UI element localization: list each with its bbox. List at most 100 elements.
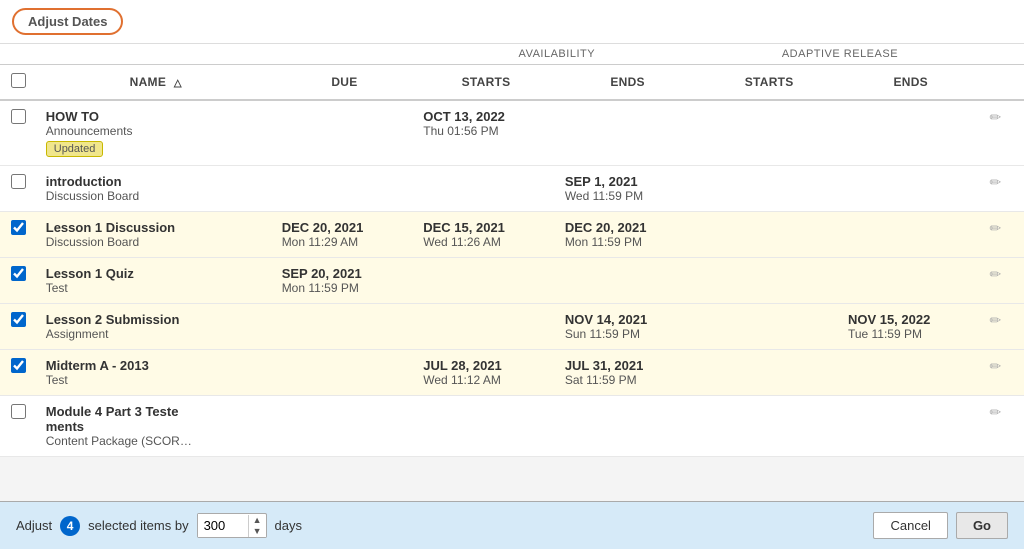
go-button[interactable]: Go xyxy=(956,512,1008,539)
row-due-cell xyxy=(274,166,416,212)
due-date-primary: SEP 20, 2021 xyxy=(282,266,408,281)
selected-items-label: selected items by xyxy=(88,518,188,533)
col-avail-ends: ENDS xyxy=(557,65,699,101)
row-checkbox-cell xyxy=(0,166,38,212)
row-name-cell: Lesson 1 DiscussionDiscussion Board xyxy=(38,212,274,258)
edit-icon[interactable]: ✏ xyxy=(990,220,1002,236)
row-ar-ends-cell xyxy=(840,350,982,396)
row-edit-cell: ✏ xyxy=(982,350,1024,396)
col-name: NAME △ xyxy=(38,65,274,101)
avail-starts-primary: JUL 28, 2021 xyxy=(423,358,549,373)
row-ar-starts-cell xyxy=(698,350,840,396)
item-type: Test xyxy=(46,373,266,387)
days-input-wrapper: ▲ ▼ xyxy=(197,513,267,538)
row-checkbox-cell xyxy=(0,258,38,304)
item-type: Discussion Board xyxy=(46,235,266,249)
ar-ends-primary: NOV 15, 2022 xyxy=(848,312,974,327)
row-due-cell xyxy=(274,304,416,350)
days-input[interactable] xyxy=(198,514,248,537)
row-checkbox[interactable] xyxy=(11,312,26,327)
section-header-row: AVAILABILITY ADAPTIVE RELEASE xyxy=(0,44,1024,65)
table-row: Lesson 1 QuizTest SEP 20, 2021Mon 11:59 P… xyxy=(0,258,1024,304)
days-decrement[interactable]: ▼ xyxy=(249,526,266,537)
col-due: DUE xyxy=(274,65,416,101)
avail-starts-secondary: Wed 11:26 AM xyxy=(423,235,549,249)
row-avail-ends-cell: JUL 31, 2021Sat 11:59 PM xyxy=(557,350,699,396)
item-name: Lesson 2 Submission xyxy=(46,312,266,327)
row-ar-ends-cell xyxy=(840,166,982,212)
col-ar-starts: STARTS xyxy=(698,65,840,101)
avail-ends-primary: NOV 14, 2021 xyxy=(565,312,691,327)
row-checkbox[interactable] xyxy=(11,358,26,373)
row-ar-ends-cell xyxy=(840,100,982,166)
row-checkbox[interactable] xyxy=(11,220,26,235)
avail-ends-secondary: Wed 11:59 PM xyxy=(565,189,691,203)
table-container: AVAILABILITY ADAPTIVE RELEASE NAME △ DUE… xyxy=(0,44,1024,457)
edit-icon[interactable]: ✏ xyxy=(990,312,1002,328)
row-avail-starts-cell xyxy=(415,166,557,212)
row-avail-ends-cell xyxy=(557,100,699,166)
row-due-cell: DEC 20, 2021Mon 11:29 AM xyxy=(274,212,416,258)
row-due-cell xyxy=(274,396,416,457)
row-checkbox[interactable] xyxy=(11,174,26,189)
due-date-primary: DEC 20, 2021 xyxy=(282,220,408,235)
item-name: HOW TO xyxy=(46,109,266,124)
cancel-button[interactable]: Cancel xyxy=(873,512,947,539)
bottom-bar: Adjust 4 selected items by ▲ ▼ days Canc… xyxy=(0,501,1024,549)
row-avail-ends-cell: NOV 14, 2021Sun 11:59 PM xyxy=(557,304,699,350)
row-ar-starts-cell xyxy=(698,396,840,457)
row-checkbox[interactable] xyxy=(11,109,26,124)
edit-icon[interactable]: ✏ xyxy=(990,358,1002,374)
avail-starts-secondary: Thu 01:56 PM xyxy=(423,124,549,138)
col-ar-ends: ENDS xyxy=(840,65,982,101)
row-ar-starts-cell xyxy=(698,258,840,304)
avail-ends-secondary: Mon 11:59 PM xyxy=(565,235,691,249)
adaptive-release-header: ADAPTIVE RELEASE xyxy=(698,44,981,65)
avail-starts-primary: DEC 15, 2021 xyxy=(423,220,549,235)
item-type: Discussion Board xyxy=(46,189,266,203)
select-all-checkbox[interactable] xyxy=(11,73,26,88)
selected-count-badge: 4 xyxy=(60,516,80,536)
row-ar-ends-cell: NOV 15, 2022Tue 11:59 PM xyxy=(840,304,982,350)
row-name-cell: HOW TOAnnouncementsUpdated xyxy=(38,100,274,166)
edit-icon[interactable]: ✏ xyxy=(990,266,1002,282)
row-avail-starts-cell: DEC 15, 2021Wed 11:26 AM xyxy=(415,212,557,258)
row-avail-starts-cell xyxy=(415,396,557,457)
days-increment[interactable]: ▲ xyxy=(249,515,266,526)
due-date-secondary: Mon 11:59 PM xyxy=(282,281,408,295)
table-row: Module 4 Part 3 TestementsContent Packag… xyxy=(0,396,1024,457)
avail-ends-primary: DEC 20, 2021 xyxy=(565,220,691,235)
row-checkbox[interactable] xyxy=(11,404,26,419)
row-checkbox-cell xyxy=(0,396,38,457)
row-ar-starts-cell xyxy=(698,212,840,258)
avail-starts-secondary: Wed 11:12 AM xyxy=(423,373,549,387)
ar-ends-secondary: Tue 11:59 PM xyxy=(848,327,974,341)
item-name: introduction xyxy=(46,174,266,189)
table-row: Lesson 2 SubmissionAssignmentNOV 14, 202… xyxy=(0,304,1024,350)
item-type: Test xyxy=(46,281,266,295)
row-edit-cell: ✏ xyxy=(982,304,1024,350)
availability-header: AVAILABILITY xyxy=(415,44,698,65)
row-ar-starts-cell xyxy=(698,166,840,212)
row-checkbox-cell xyxy=(0,212,38,258)
row-avail-ends-cell: DEC 20, 2021Mon 11:59 PM xyxy=(557,212,699,258)
row-ar-ends-cell xyxy=(840,212,982,258)
row-checkbox-cell xyxy=(0,100,38,166)
updated-badge: Updated xyxy=(46,141,104,157)
item-name: Midterm A - 2013 xyxy=(46,358,266,373)
adjust-label: Adjust xyxy=(16,518,52,533)
row-name-cell: introductionDiscussion Board xyxy=(38,166,274,212)
row-name-cell: Lesson 1 QuizTest xyxy=(38,258,274,304)
edit-icon[interactable]: ✏ xyxy=(990,404,1002,420)
row-checkbox[interactable] xyxy=(11,266,26,281)
edit-icon[interactable]: ✏ xyxy=(990,109,1002,125)
table-row: HOW TOAnnouncementsUpdated OCT 13, 2022Th… xyxy=(0,100,1024,166)
row-edit-cell: ✏ xyxy=(982,100,1024,166)
row-edit-cell: ✏ xyxy=(982,166,1024,212)
col-header-row: NAME △ DUE STARTS ENDS STARTS ENDS xyxy=(0,65,1024,101)
edit-icon[interactable]: ✏ xyxy=(990,174,1002,190)
row-avail-starts-cell: OCT 13, 2022Thu 01:56 PM xyxy=(415,100,557,166)
adjust-dates-button[interactable]: Adjust Dates xyxy=(12,8,123,35)
days-label: days xyxy=(275,518,302,533)
row-checkbox-cell xyxy=(0,304,38,350)
